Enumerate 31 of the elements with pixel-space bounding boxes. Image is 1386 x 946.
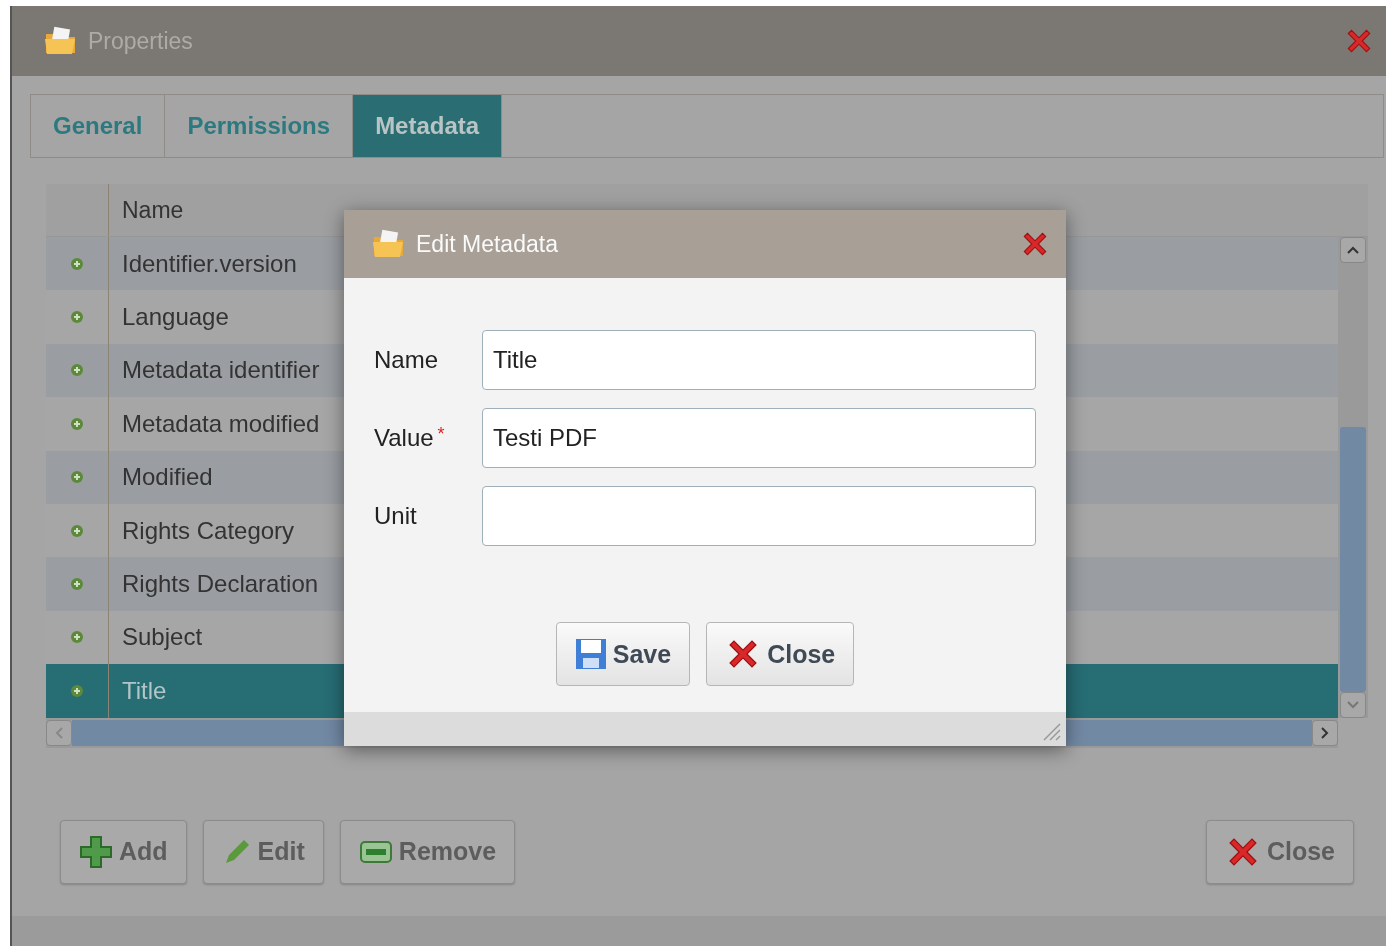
minus-icon	[358, 839, 393, 864]
plus-circle-icon	[70, 310, 84, 325]
plus-circle-icon	[70, 470, 84, 485]
plus-circle-icon	[70, 630, 84, 645]
close-icon[interactable]	[1344, 26, 1374, 56]
input-field[interactable]: Testi PDF	[482, 408, 1036, 468]
close-button[interactable]: Close	[706, 622, 855, 686]
dialog-title: Edit Metadata	[416, 230, 559, 258]
plus-circle-icon	[70, 683, 84, 698]
close-icon[interactable]	[1020, 229, 1050, 259]
input-field[interactable]	[482, 486, 1036, 546]
plus-circle-icon	[70, 256, 84, 271]
input-field[interactable]: Title	[482, 330, 1036, 390]
edit-button[interactable]: Edit	[202, 819, 324, 884]
plus-circle-icon	[70, 523, 84, 538]
folder-icon	[372, 229, 406, 259]
plus-circle-icon	[70, 577, 84, 592]
plus-circle-icon	[70, 416, 84, 431]
add-button[interactable]: Add	[60, 819, 187, 884]
folder-icon	[44, 26, 78, 56]
field-label: Name	[374, 346, 440, 374]
tab[interactable]: Metadata	[353, 95, 503, 157]
vertical-scrollbar[interactable]	[1338, 237, 1368, 718]
field-label: Value *	[374, 424, 446, 452]
plus-icon	[79, 834, 113, 869]
plus-circle-icon	[70, 363, 84, 378]
field-label: Unit	[374, 502, 418, 530]
save-button[interactable]: Save	[555, 622, 691, 686]
remove-button[interactable]: Remove	[339, 819, 516, 884]
tab[interactable]: General	[31, 95, 166, 157]
close-button[interactable]: Close	[1205, 819, 1354, 884]
